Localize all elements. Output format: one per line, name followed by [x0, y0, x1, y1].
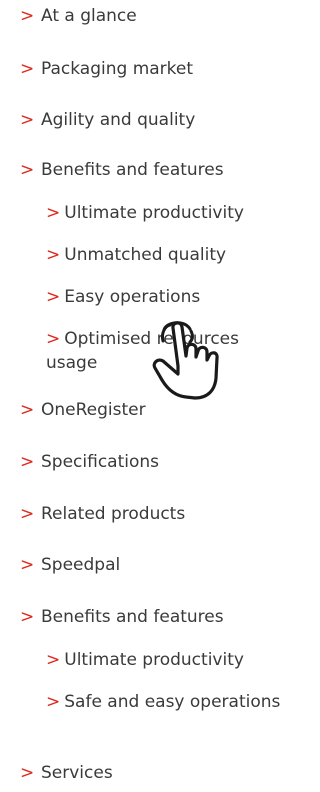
nav-item-label: Agility and quality	[41, 110, 196, 130]
section-navigation: > At a glance > Packaging market > Agility …	[0, 0, 290, 792]
chevron-right-icon: >	[46, 692, 61, 712]
nav-subitem-safe-and-easy-operations[interactable]: > Safe and easy operations	[46, 690, 286, 714]
nav-item-related-products[interactable]: > Related products	[20, 502, 185, 526]
chevron-right-icon: >	[20, 6, 35, 26]
chevron-right-icon: >	[20, 452, 35, 472]
chevron-right-icon: >	[20, 59, 35, 79]
chevron-right-icon: >	[20, 400, 35, 420]
nav-item-oneregister[interactable]: > OneRegister	[20, 398, 146, 422]
chevron-right-icon: >	[20, 160, 35, 180]
chevron-right-icon: >	[46, 329, 61, 349]
chevron-right-icon: >	[20, 555, 35, 575]
nav-item-label: At a glance	[41, 6, 137, 26]
nav-item-label: Ultimate productivity	[64, 203, 244, 223]
nav-subitem-ultimate-productivity-2[interactable]: > Ultimate productivity	[46, 648, 244, 672]
nav-subitem-easy-operations[interactable]: > Easy operations	[46, 285, 200, 309]
chevron-right-icon: >	[20, 504, 35, 524]
nav-item-packaging-market[interactable]: > Packaging market	[20, 57, 193, 81]
nav-item-agility-and-quality[interactable]: > Agility and quality	[20, 108, 195, 132]
chevron-right-icon: >	[20, 607, 35, 627]
nav-item-label: Speedpal	[41, 555, 121, 575]
nav-item-specifications[interactable]: > Specifications	[20, 450, 159, 474]
nav-item-label: Safe and easy operations	[64, 692, 281, 712]
nav-item-at-a-glance[interactable]: > At a glance	[20, 4, 137, 28]
chevron-right-icon: >	[46, 245, 61, 265]
chevron-right-icon: >	[20, 763, 35, 783]
chevron-right-icon: >	[20, 110, 35, 130]
nav-item-label: Easy operations	[64, 287, 201, 307]
nav-item-benefits-and-features[interactable]: > Benefits and features	[20, 158, 224, 182]
chevron-right-icon: >	[46, 287, 61, 307]
pointing-hand-icon	[152, 321, 219, 400]
nav-subitem-ultimate-productivity[interactable]: > Ultimate productivity	[46, 201, 244, 225]
nav-item-label: Benefits and features	[41, 160, 224, 180]
nav-item-label: Ultimate productivity	[64, 650, 244, 670]
nav-item-label: Specifications	[41, 452, 160, 472]
nav-subitem-unmatched-quality[interactable]: > Unmatched quality	[46, 243, 226, 267]
nav-item-services[interactable]: > Services	[20, 761, 113, 785]
nav-item-label: Services	[41, 763, 113, 783]
nav-item-label: Packaging market	[41, 59, 194, 79]
nav-item-label: OneRegister	[41, 400, 146, 420]
chevron-right-icon: >	[46, 203, 61, 223]
nav-item-label: Benefits and features	[41, 607, 224, 627]
nav-item-speedpal[interactable]: > Speedpal	[20, 553, 120, 577]
chevron-right-icon: >	[46, 650, 61, 670]
nav-item-label: Related products	[41, 504, 186, 524]
nav-item-benefits-and-features-2[interactable]: > Benefits and features	[20, 605, 224, 629]
nav-item-label: Unmatched quality	[64, 245, 227, 265]
